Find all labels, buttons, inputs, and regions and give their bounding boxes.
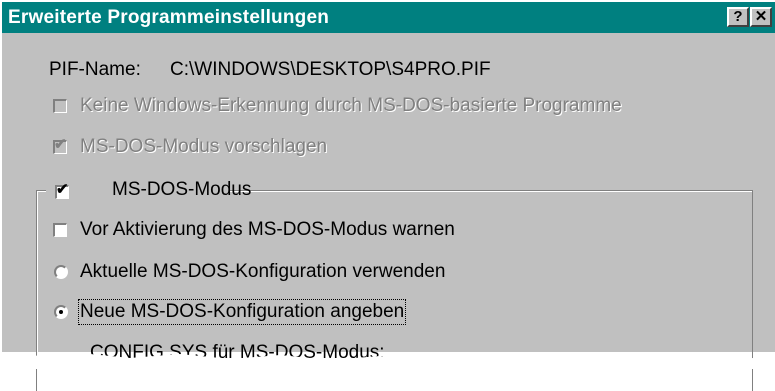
close-icon: ✕ [754, 8, 768, 25]
pif-name-value: C:\WINDOWS\DESKTOP\S4PRO.PIF [170, 59, 491, 80]
close-button[interactable]: ✕ [750, 7, 772, 27]
pif-name-label: PIF-Name: [49, 59, 141, 80]
radio-dot-icon [59, 310, 63, 314]
warn-before-dos-checkbox[interactable] [53, 223, 67, 237]
help-button[interactable]: ? [727, 7, 749, 27]
suggest-dos-mode-checkbox[interactable]: ✔ [53, 136, 67, 154]
help-icon: ? [733, 8, 743, 25]
new-config-label: Neue MS-DOS-Konfiguration angeben [77, 299, 407, 325]
no-windows-detection-label: Keine Windows-Erkennung durch MS-DOS-bas… [80, 95, 622, 116]
dos-mode-label: MS-DOS-Modus [112, 179, 252, 200]
new-config-radio[interactable] [54, 305, 68, 319]
dos-mode-legend: ✔ MS-DOS-Modus [46, 179, 251, 203]
title-bar[interactable]: Erweiterte Programmeinstellungen ? ✕ [2, 2, 775, 33]
current-config-label: Aktuelle MS-DOS-Konfiguration verwenden [80, 261, 446, 282]
window-title: Erweiterte Programmeinstellungen [8, 7, 330, 28]
dos-mode-checkbox[interactable]: ✔ [55, 181, 69, 199]
checkmark-icon: ✔ [56, 181, 69, 198]
warn-before-dos-label: Vor Aktivierung des MS-DOS-Modus warnen [80, 219, 455, 240]
suggest-dos-mode-label: MS-DOS-Modus vorschlagen [80, 136, 328, 157]
torn-edge [0, 352, 775, 369]
advanced-program-settings-dialog: Erweiterte Programmeinstellungen ? ✕ PIF… [0, 0, 775, 391]
current-config-radio[interactable] [54, 265, 68, 279]
checkmark-icon: ✔ [54, 136, 67, 153]
no-windows-detection-checkbox[interactable] [53, 99, 67, 113]
